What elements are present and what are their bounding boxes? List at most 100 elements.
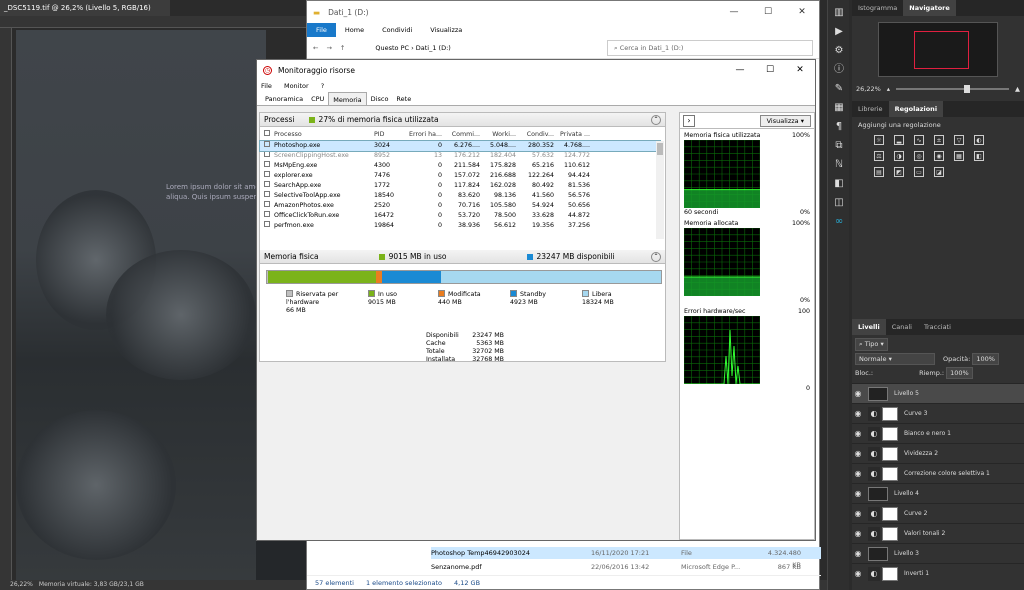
collapse-icon[interactable]: ⌃	[651, 114, 661, 125]
menu-monitor[interactable]: Monitor	[284, 82, 309, 90]
shape-icon[interactable]: ◧	[832, 178, 846, 190]
zoom-out-icon[interactable]: ▴	[887, 85, 890, 93]
process-checkbox[interactable]	[260, 181, 274, 191]
header-checkbox[interactable]	[260, 129, 274, 140]
process-row[interactable]: OfficeClickToRun.exe 16472 0 53.720 78.500 33…	[260, 211, 660, 221]
process-row[interactable]: SearchApp.exe 1772 0 117.824 162.028 80.492 81…	[260, 181, 660, 191]
bw-icon[interactable]: ◑	[894, 151, 904, 161]
back-icon[interactable]: ←	[313, 44, 318, 52]
histogram-icon[interactable]: ▥	[832, 7, 846, 19]
tab-tracciati[interactable]: Tracciati	[918, 319, 957, 335]
adjust-icon[interactable]: ⚙	[832, 45, 846, 57]
info-icon[interactable]: ⓘ	[832, 64, 846, 76]
process-row[interactable]: MsMpEng.exe 4300 0 211.584 175.828 65.216 110.…	[260, 161, 660, 171]
ribbon-home[interactable]: Home	[336, 23, 373, 37]
navigator-view-box[interactable]	[914, 31, 969, 69]
brightness-icon[interactable]: ☼	[874, 135, 884, 145]
blend-mode-select[interactable]: Normale ▾	[855, 353, 935, 365]
process-checkbox[interactable]	[260, 141, 274, 151]
invert-icon[interactable]: ◧	[974, 151, 984, 161]
layer-row[interactable]: ◉ Livello 4	[852, 483, 1024, 503]
paragraph-icon[interactable]: ¶	[832, 121, 846, 133]
visibility-eye-icon[interactable]: ◉	[852, 429, 864, 438]
col-privata[interactable]: Privata ...	[554, 129, 590, 140]
clone-icon[interactable]: ⧉	[832, 140, 846, 152]
visibility-eye-icon[interactable]: ◉	[852, 469, 864, 478]
tab-memoria[interactable]: Memoria	[328, 92, 367, 105]
forward-icon[interactable]: →	[326, 44, 331, 52]
tab-istogramma[interactable]: Istogramma	[852, 0, 903, 16]
layer-row[interactable]: ◉ ◐ Vividezza 2	[852, 443, 1024, 463]
ribbon-condividi[interactable]: Condividi	[373, 23, 421, 37]
ribbon-file[interactable]: File	[307, 23, 336, 37]
maximize-button[interactable]: ☐	[755, 65, 785, 75]
process-checkbox[interactable]	[260, 151, 274, 161]
process-scrollbar[interactable]	[656, 141, 664, 239]
process-checkbox[interactable]	[260, 211, 274, 221]
status-zoom[interactable]: 26,22%	[10, 581, 33, 588]
lookup-icon[interactable]: ▦	[954, 151, 964, 161]
process-checkbox[interactable]	[260, 191, 274, 201]
extension-icon[interactable]: ∞	[832, 216, 846, 228]
levels-icon[interactable]: ▂	[894, 135, 904, 145]
zoom-slider[interactable]	[896, 85, 1009, 93]
process-row[interactable]: ScreenClippingHost.exe 8952 13 176.212 182.4…	[260, 151, 660, 161]
gradient-map-icon[interactable]: ▭	[914, 167, 924, 177]
close-button[interactable]: ✕	[785, 65, 815, 75]
opacity-field[interactable]: 100%	[972, 353, 999, 365]
minimize-button[interactable]: —	[717, 7, 751, 17]
visibility-eye-icon[interactable]: ◉	[852, 489, 864, 498]
process-checkbox[interactable]	[260, 201, 274, 211]
layer-row[interactable]: ◉ ◐ Bianco e nero 1	[852, 423, 1024, 443]
process-row[interactable]: explorer.exe 7476 0 157.072 216.688 122.264 94…	[260, 171, 660, 181]
tab-librerie[interactable]: Librerie	[852, 101, 889, 117]
channel-mixer-icon[interactable]: ◉	[934, 151, 944, 161]
col-processo[interactable]: Processo	[274, 129, 374, 140]
col-condivisa[interactable]: Condiv...	[516, 129, 554, 140]
selective-color-icon[interactable]: ◪	[934, 167, 944, 177]
document-tab[interactable]: _DSC5119.tif @ 26,2% (Livello 5, RGB/16)…	[0, 0, 170, 28]
zoom-in-icon[interactable]: ▲	[1015, 85, 1020, 93]
navigator-thumbnail[interactable]	[878, 22, 998, 77]
process-row[interactable]: AmazonPhotos.exe 2520 0 70.716 105.580 54.924…	[260, 201, 660, 211]
processes-header[interactable]: Processi 27% di memoria fisica utilizzat…	[260, 113, 665, 127]
menu-file[interactable]: File	[261, 82, 272, 90]
file-row[interactable]: Senzanome.pdf 22/06/2016 13:42 Microsoft E…	[431, 561, 821, 573]
layer-row[interactable]: ◉ ◐ Valori tonali 2	[852, 523, 1024, 543]
col-commit[interactable]: Commi...	[442, 129, 480, 140]
tab-rete[interactable]: Rete	[392, 92, 415, 105]
up-icon[interactable]: ↑	[340, 44, 345, 52]
layer-row[interactable]: ◉ ◐ Curve 3	[852, 403, 1024, 423]
document-canvas[interactable]: Lorem ipsum dolor sit amet, co aliqua. Q…	[16, 30, 266, 580]
tab-navigatore[interactable]: Navigatore	[903, 0, 956, 16]
layer-row[interactable]: ◉ ◐ Curve 2	[852, 503, 1024, 523]
view-button[interactable]: Visualizza ▾	[759, 114, 811, 127]
hue-icon[interactable]: ◐	[974, 135, 984, 145]
vibrance-icon[interactable]: ▽	[954, 135, 964, 145]
process-checkbox[interactable]	[260, 161, 274, 171]
fill-field[interactable]: 100%	[946, 367, 973, 379]
tab-disco[interactable]: Disco	[367, 92, 393, 105]
close-button[interactable]: ✕	[785, 7, 819, 17]
breadcrumb-item[interactable]: Questo PC	[375, 44, 409, 52]
curves-icon[interactable]: ∿	[914, 135, 924, 145]
contour-icon[interactable]: ◫	[832, 197, 846, 209]
expand-icon[interactable]: ›	[683, 114, 695, 127]
visibility-eye-icon[interactable]: ◉	[852, 409, 864, 418]
play-icon[interactable]: ▶	[832, 26, 846, 38]
zoom-slider-knob[interactable]	[963, 85, 970, 93]
tab-cpu[interactable]: CPU	[307, 92, 328, 105]
menu-help[interactable]: ?	[321, 82, 324, 90]
layer-row[interactable]: ◉ ◐ Inverti 1	[852, 563, 1024, 583]
tab-canali[interactable]: Canali	[886, 319, 918, 335]
minimize-button[interactable]: —	[725, 65, 755, 75]
tab-regolazioni[interactable]: Regolazioni	[888, 101, 944, 117]
threshold-icon[interactable]: ◩	[894, 167, 904, 177]
brush-icon[interactable]: ✎	[832, 83, 846, 95]
process-row[interactable]: Photoshop.exe 3024 0 6.276.... 5.048.... 280.…	[259, 140, 661, 152]
maximize-button[interactable]: ☐	[751, 7, 785, 17]
col-errori[interactable]: Errori ha...	[406, 129, 442, 140]
col-working[interactable]: Worki...	[480, 129, 516, 140]
photo-filter-icon[interactable]: ◎	[914, 151, 924, 161]
layer-row[interactable]: ◉ Livello 3	[852, 543, 1024, 563]
